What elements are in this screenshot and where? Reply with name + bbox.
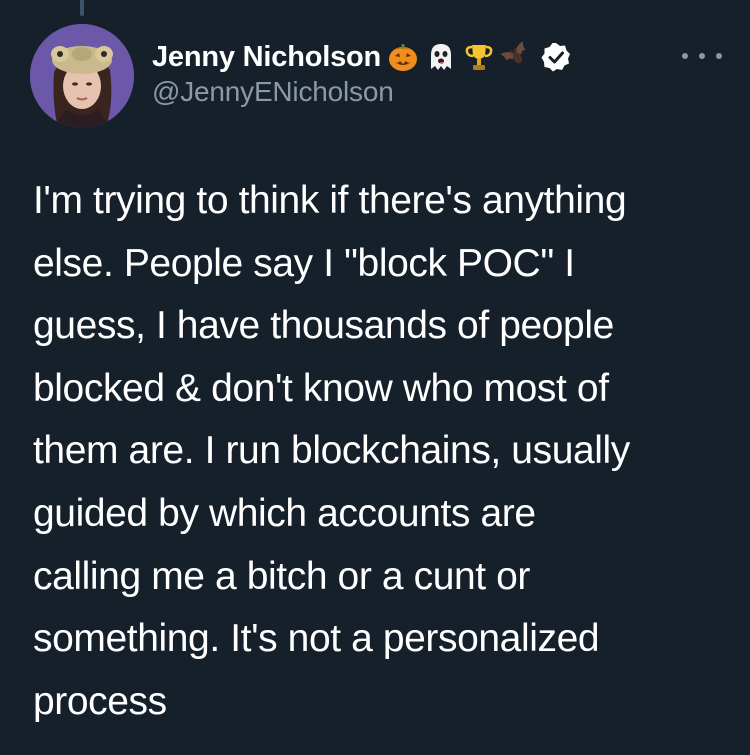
tweet-text-line: blocked & don't know who most of	[33, 366, 609, 410]
tweet-text-line: calling me a bitch or a cunt or	[33, 554, 531, 598]
display-name[interactable]: Jenny Nicholson	[152, 41, 381, 74]
tweet-text-line: them are. I run blockchains, usually	[33, 429, 630, 473]
name-row: Jenny Nicholson	[152, 38, 672, 76]
user-handle[interactable]: @JennyENicholson	[152, 76, 672, 108]
thread-connector-line	[80, 0, 84, 16]
bat-icon	[501, 41, 533, 73]
tweet-text-line: guess, I have thousands of people	[33, 304, 614, 348]
trophy-icon	[463, 41, 495, 73]
more-dot-icon	[682, 53, 688, 59]
jack-o-lantern-icon	[387, 41, 419, 73]
tweet: Jenny Nicholson @JennyENicholson I'm try…	[0, 0, 750, 755]
avatar[interactable]	[30, 24, 134, 128]
more-options-button[interactable]	[682, 44, 722, 68]
tweet-text-line: guided by which accounts are	[33, 491, 536, 535]
more-dot-icon	[716, 53, 722, 59]
tweet-text: I'm trying to think if there's anything …	[33, 170, 723, 733]
ghost-icon	[425, 41, 457, 73]
tweet-text-line: I'm trying to think if there's anything	[33, 179, 627, 222]
tweet-text-line: process	[33, 679, 167, 723]
more-dot-icon	[699, 53, 705, 59]
avatar-image	[30, 24, 134, 128]
verified-badge-icon	[541, 42, 571, 72]
tweet-header: Jenny Nicholson @JennyENicholson	[152, 38, 672, 108]
tweet-text-line: else. People say I "block POC" I	[33, 241, 575, 285]
tweet-text-line: something. It's not a personalized	[33, 617, 600, 661]
